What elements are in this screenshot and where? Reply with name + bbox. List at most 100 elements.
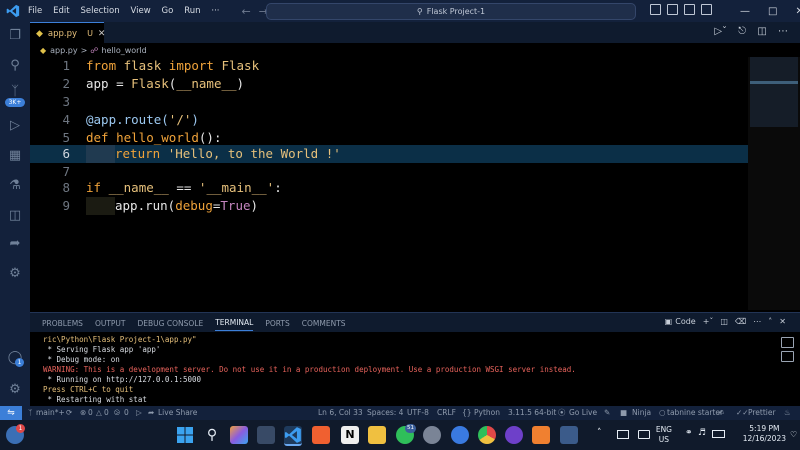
menu-edit[interactable]: Edit (53, 6, 69, 16)
menu-go[interactable]: Go (162, 6, 174, 16)
encoding[interactable]: UTF-8 (407, 406, 429, 420)
cursor-position[interactable]: Ln 6, Col 33 (318, 406, 363, 420)
chrome-icon[interactable] (478, 426, 496, 444)
minimize-icon[interactable]: — (740, 6, 750, 17)
breadcrumb-file[interactable]: app.py (50, 46, 77, 55)
token: flask (116, 58, 169, 73)
docker-icon[interactable]: ⚙ (7, 266, 23, 282)
toggle-secondary-sidebar-icon[interactable] (684, 4, 695, 15)
go-live[interactable]: Go Live (569, 406, 597, 420)
minimap-slider[interactable] (750, 57, 798, 127)
maximize-icon[interactable]: □ (768, 6, 777, 17)
ninja[interactable]: Ninja (632, 406, 651, 420)
more-panel-icon[interactable]: ⋯ (753, 317, 761, 326)
extensions-icon[interactable]: ▦ (7, 148, 23, 164)
run-debug-icon[interactable]: ▷ (7, 118, 23, 134)
toggle-sidebar-icon[interactable] (650, 4, 661, 15)
notification-center-icon[interactable]: ♡ (790, 430, 797, 439)
settings-gear-icon[interactable] (423, 426, 441, 444)
terminal[interactable]: ric\Python\Flask Project-1\app.py" * Ser… (30, 332, 770, 406)
open-changes-icon[interactable]: ⎋ (738, 26, 746, 37)
taskbar-search-icon[interactable]: ⚲ (203, 426, 221, 444)
code-editor[interactable]: 1 from flask import Flask 2 app = Flask(… (30, 57, 757, 310)
split-editor-icon[interactable]: ◫ (757, 26, 766, 37)
search-view-icon[interactable]: ⚲ (7, 58, 23, 74)
indentation[interactable]: Spaces: 4 (367, 406, 403, 420)
live-share-status[interactable]: Live Share (158, 406, 197, 420)
tab-close-icon[interactable]: ✕ (98, 29, 106, 39)
github-desktop-icon[interactable] (505, 426, 523, 444)
new-terminal-icon[interactable]: +ˇ (703, 317, 714, 326)
error-count[interactable]: 0 (88, 406, 93, 420)
menu-file[interactable]: File (28, 6, 42, 16)
manage-gear-icon[interactable]: ⚙ (7, 382, 23, 398)
file-explorer-icon[interactable] (368, 426, 386, 444)
menu-more[interactable]: ··· (211, 6, 219, 16)
debug-icon[interactable]: ▷ (136, 406, 142, 420)
windows-start-icon[interactable] (176, 426, 194, 444)
notion-icon[interactable]: N (341, 426, 359, 444)
remote-desktop-icon[interactable] (560, 426, 578, 444)
token: Flask (131, 76, 169, 91)
tab-comments[interactable]: COMMENTS (302, 319, 346, 328)
command-center-search[interactable]: ⚲ Flask Project-1 (266, 3, 636, 20)
tab-output[interactable]: OUTPUT (95, 319, 126, 328)
tab-problems[interactable]: PROBLEMS (42, 319, 83, 328)
kill-terminal-icon[interactable]: ⌫ (735, 317, 746, 326)
brave-browser-icon[interactable] (312, 426, 330, 444)
battery-icon[interactable] (712, 430, 725, 438)
prettier[interactable]: Prettier (748, 406, 776, 420)
display-icon[interactable] (638, 430, 650, 439)
language-mode[interactable]: Python (474, 406, 500, 420)
menu-selection[interactable]: Selection (80, 6, 119, 16)
tabnine[interactable]: tabnine starter (667, 406, 723, 420)
task-view-icon[interactable] (257, 426, 275, 444)
tab-ports[interactable]: PORTS (265, 319, 289, 328)
vscode-taskbar-icon[interactable] (284, 426, 302, 446)
show-hidden-icons-chevron-icon[interactable]: ˄ (597, 428, 602, 438)
copilot-icon[interactable] (230, 426, 248, 444)
remote-explorer-icon[interactable]: ◫ (7, 208, 23, 224)
volume-icon[interactable]: ♬ (698, 428, 706, 438)
toggle-panel-icon[interactable] (667, 4, 678, 15)
explorer-icon[interactable]: ❐ (7, 28, 23, 44)
ports-count[interactable]: 0 (124, 406, 129, 420)
live-share-icon[interactable]: ➦ (7, 236, 23, 252)
python-interpreter[interactable]: 3.11.5 64-bit (508, 406, 556, 420)
end-of-line[interactable]: CRLF (437, 406, 456, 420)
warning-count[interactable]: 0 (104, 406, 109, 420)
minimap[interactable] (748, 57, 800, 310)
testing-icon[interactable]: ⚗ (7, 178, 23, 194)
menu-run[interactable]: Run (184, 6, 200, 16)
tab-terminal[interactable]: TERMINAL (215, 318, 254, 331)
tab-debug-console[interactable]: DEBUG CONSOLE (138, 319, 204, 328)
more-actions-icon[interactable]: ⋯ (778, 26, 788, 37)
keyboard-icon[interactable] (617, 430, 629, 439)
xampp-icon[interactable] (532, 426, 550, 444)
git-branch[interactable]: main*+ (36, 406, 65, 420)
breadcrumb-symbol[interactable]: hello_world (101, 46, 146, 55)
close-panel-icon[interactable]: ✕ (779, 317, 786, 326)
run-file-icon[interactable]: ▷ˇ (714, 26, 727, 37)
menu-view[interactable]: View (131, 6, 151, 16)
terminal-instance-icon[interactable] (781, 351, 794, 362)
input-language[interactable]: ENG US (656, 425, 672, 445)
terminal-instance-icon[interactable] (781, 337, 794, 348)
title-bar: File Edit Selection View Go Run ··· ← → ⚲… (0, 0, 800, 22)
system-clock[interactable]: 5:19 PM 12/16/2023 (743, 424, 786, 444)
app-icon[interactable] (451, 426, 469, 444)
terminal-type-label[interactable]: Code (675, 317, 695, 326)
status-bar: ⇋ ᛉ main*+ ⟳ ⊗ 0 △ 0 ⧁ 0 ▷ ➦ Live Share … (0, 406, 800, 420)
tab-app-py[interactable]: ◆ app.py U ✕ (30, 22, 106, 44)
customize-layout-icon[interactable] (701, 4, 712, 15)
warning-icon: △ (96, 408, 102, 417)
close-window-icon[interactable]: ✕ (795, 6, 800, 17)
split-terminal-icon[interactable]: ◫ (720, 317, 728, 326)
remote-indicator-icon[interactable]: ⇋ (0, 406, 22, 420)
maximize-panel-icon[interactable]: ˄ (768, 317, 772, 326)
notifications-bell-icon[interactable]: ♨ (784, 406, 791, 420)
sync-icon[interactable]: ⟳ (66, 406, 72, 420)
wifi-icon[interactable]: ⚭ (685, 428, 693, 438)
back-arrow-icon[interactable]: ← (242, 5, 251, 18)
